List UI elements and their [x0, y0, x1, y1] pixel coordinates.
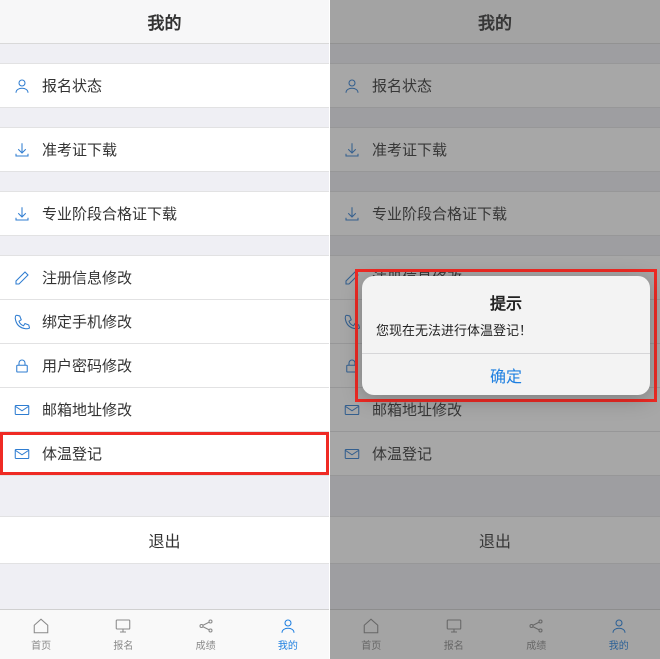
- home-icon: [31, 617, 51, 635]
- item-label: 绑定手机修改: [42, 311, 132, 332]
- edit-icon: [12, 268, 32, 288]
- tab-score[interactable]: 成绩: [165, 610, 247, 659]
- item-label: 报名状态: [42, 75, 102, 96]
- alert-dialog: 提示 您现在无法进行体温登记！ 确定: [362, 276, 650, 395]
- download-icon: [12, 140, 32, 160]
- left-screenshot: 我的 报名状态 准考证下载 专业阶段: [0, 0, 330, 659]
- header: 我的: [0, 0, 329, 44]
- dialog-ok-button[interactable]: 确定: [362, 353, 650, 395]
- item-signup-status[interactable]: 报名状态: [0, 63, 329, 108]
- tab-mine[interactable]: 我的: [247, 610, 329, 659]
- download-icon: [12, 204, 32, 224]
- mail-icon: [12, 444, 32, 464]
- tab-label: 首页: [31, 637, 51, 652]
- item-phone-edit[interactable]: 绑定手机修改: [0, 299, 329, 344]
- item-pwd-edit[interactable]: 用户密码修改: [0, 343, 329, 388]
- lock-icon: [12, 356, 32, 376]
- tabbar: 首页 报名 成绩 我的: [0, 609, 329, 659]
- item-label: 专业阶段合格证下载: [42, 203, 177, 224]
- person-icon: [278, 617, 298, 635]
- logout-label: 退出: [148, 528, 180, 552]
- person-icon: [12, 76, 32, 96]
- item-admission-download[interactable]: 准考证下载: [0, 127, 329, 172]
- monitor-icon: [113, 617, 133, 635]
- page-title: 我的: [148, 9, 182, 34]
- item-label: 体温登记: [42, 443, 102, 464]
- tab-signup[interactable]: 报名: [82, 610, 164, 659]
- tab-label: 我的: [278, 637, 298, 652]
- item-temp-register[interactable]: 体温登记: [0, 431, 329, 476]
- share-icon: [196, 617, 216, 635]
- mail-icon: [12, 400, 32, 420]
- tab-label: 成绩: [196, 637, 216, 652]
- dialog-message: 您现在无法进行体温登记！: [376, 320, 636, 339]
- dialog-highlight: 提示 您现在无法进行体温登记！ 确定: [358, 272, 654, 399]
- item-email-edit[interactable]: 邮箱地址修改: [0, 387, 329, 432]
- phone-icon: [12, 312, 32, 332]
- item-reg-info-edit[interactable]: 注册信息修改: [0, 255, 329, 300]
- item-label: 用户密码修改: [42, 355, 132, 376]
- right-screenshot: 我的 报名状态 准考证下载 专业阶段: [330, 0, 660, 659]
- dialog-title: 提示: [376, 290, 636, 314]
- item-cert-download[interactable]: 专业阶段合格证下载: [0, 191, 329, 236]
- tab-home[interactable]: 首页: [0, 610, 82, 659]
- logout-button[interactable]: 退出: [0, 516, 329, 564]
- item-label: 邮箱地址修改: [42, 399, 132, 420]
- item-label: 准考证下载: [42, 139, 117, 160]
- dialog-ok-label: 确定: [490, 363, 522, 387]
- item-label: 注册信息修改: [42, 267, 132, 288]
- tab-label: 报名: [113, 637, 133, 652]
